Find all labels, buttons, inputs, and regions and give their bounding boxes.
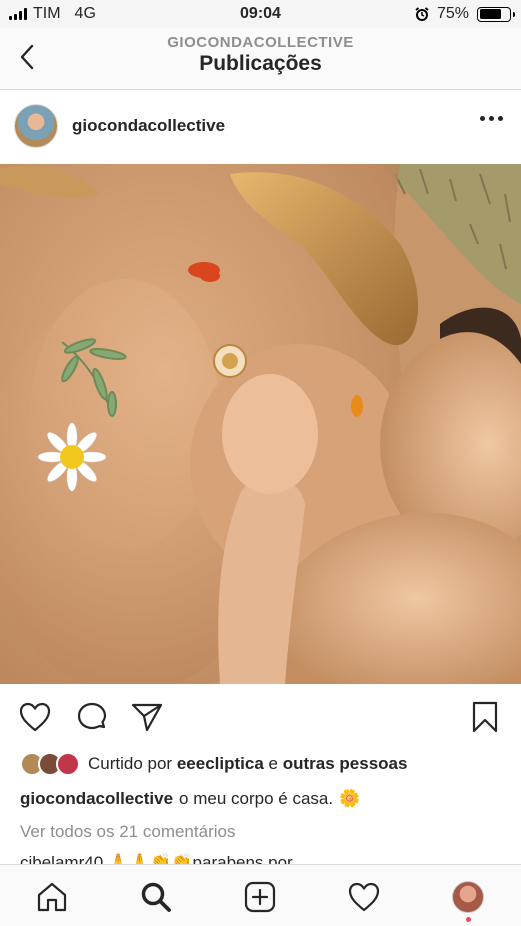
paper-plane-icon: [131, 703, 163, 732]
page-title: Publicações: [199, 52, 322, 75]
post-username[interactable]: giocondacollective: [72, 116, 225, 136]
notification-dot: [466, 917, 471, 922]
profile-icon: [452, 881, 484, 913]
likes-user[interactable]: eeecliptica: [177, 754, 264, 774]
status-bar: TIM 4G 09:04 75%: [0, 0, 521, 28]
liker-avatar: [56, 752, 80, 776]
nav-header: GIOCONDACOLLECTIVE Publicações: [0, 28, 521, 90]
caption: giocondacollective o meu corpo é casa. 🌼: [20, 789, 360, 809]
account-name: GIOCONDACOLLECTIVE: [167, 34, 354, 51]
home-icon: [37, 882, 67, 912]
view-comments-link[interactable]: Ver todos os 21 comentários: [20, 822, 235, 842]
save-button[interactable]: [468, 700, 502, 734]
tab-new-post[interactable]: [242, 879, 278, 915]
post-photo-illustration: [0, 164, 521, 684]
likes-prefix: Curtido por: [88, 754, 173, 773]
post-header: giocondacollective: [0, 90, 521, 164]
comment-icon: [77, 702, 107, 730]
caption-emoji: 🌼: [339, 789, 361, 808]
caption-text: o meu corpo é casa.: [179, 789, 334, 808]
new-post-icon: [244, 881, 276, 913]
activity-icon: [348, 882, 380, 912]
like-button[interactable]: [18, 700, 52, 734]
alarm-icon: [415, 7, 429, 21]
likes-row[interactable]: Curtido por eeecliptica e outras pessoas: [20, 752, 407, 776]
likes-others[interactable]: outras pessoas: [283, 754, 408, 774]
tab-home[interactable]: [34, 879, 70, 915]
tab-bar: [0, 864, 521, 926]
share-button[interactable]: [130, 700, 164, 734]
search-icon: [141, 882, 171, 912]
tab-search[interactable]: [138, 879, 174, 915]
caption-user[interactable]: giocondacollective: [20, 789, 173, 809]
post-image[interactable]: [0, 164, 521, 684]
battery-icon: [477, 6, 515, 22]
likes-connector: e: [268, 754, 278, 773]
action-bar: [0, 684, 521, 750]
tab-profile[interactable]: [450, 879, 486, 915]
more-options-button[interactable]: [480, 116, 503, 121]
comment-button[interactable]: [75, 700, 109, 734]
liker-avatars: [20, 752, 80, 776]
bookmark-icon: [472, 701, 498, 733]
heart-icon: [19, 702, 51, 732]
battery-fill: [479, 9, 502, 19]
tab-activity[interactable]: [346, 879, 382, 915]
comment-preview: cibelamr40 🙏🙏👏👏parabens por: [20, 853, 293, 864]
battery-percent: 75%: [436, 5, 469, 22]
avatar[interactable]: [14, 104, 58, 148]
status-right: 75%: [415, 5, 515, 23]
